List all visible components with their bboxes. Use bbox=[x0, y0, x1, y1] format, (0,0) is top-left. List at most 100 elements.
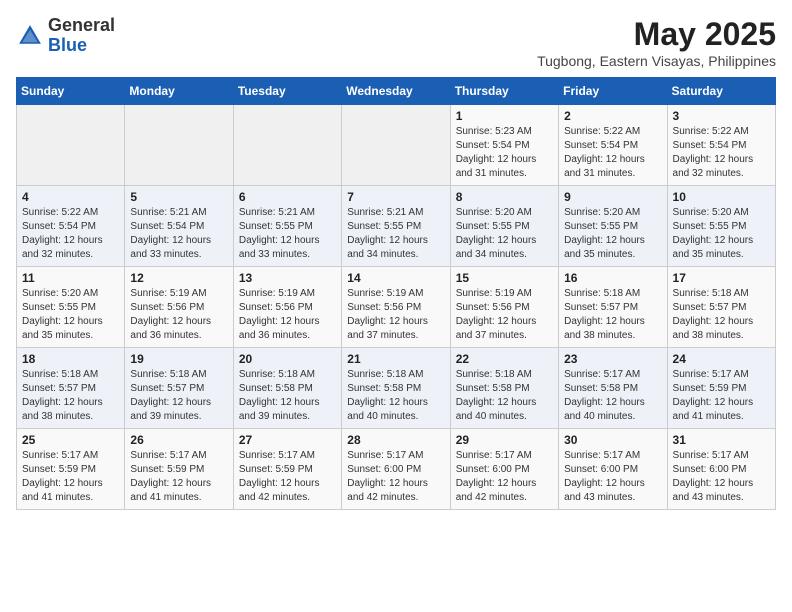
day-number: 10 bbox=[673, 190, 770, 204]
calendar-week-row: 1 Sunrise: 5:23 AMSunset: 5:54 PMDaylight… bbox=[17, 105, 776, 186]
day-info: Sunrise: 5:17 AMSunset: 5:59 PMDaylight:… bbox=[673, 368, 770, 424]
page-header: General Blue May 2025 Tugbong, Eastern V… bbox=[16, 16, 776, 69]
calendar-cell: 28Sunrise: 5:17 AMSunset: 6:00 PMDayligh… bbox=[342, 429, 450, 510]
weekday-header-monday: Monday bbox=[125, 78, 233, 105]
day-number: 27 bbox=[239, 433, 336, 447]
logo-blue: Blue bbox=[48, 35, 87, 55]
logo-text: General Blue bbox=[48, 16, 115, 56]
day-number: 16 bbox=[564, 271, 661, 285]
logo-general: General bbox=[48, 15, 115, 35]
calendar-cell: 26 Sunrise: 5:17 AMSunset: 5:59 PMDayligh… bbox=[125, 429, 233, 510]
month-year: May 2025 bbox=[537, 16, 776, 53]
day-info: Sunrise: 5:17 AMSunset: 5:58 PMDaylight:… bbox=[564, 368, 661, 424]
calendar-cell: 17 Sunrise: 5:18 AMSunset: 5:57 PMDayligh… bbox=[667, 267, 775, 348]
calendar-week-row: 25 Sunrise: 5:17 AMSunset: 5:59 PMDayligh… bbox=[17, 429, 776, 510]
weekday-header-wednesday: Wednesday bbox=[342, 78, 450, 105]
day-number: 21 bbox=[347, 352, 444, 366]
calendar-cell: 30Sunrise: 5:17 AMSunset: 6:00 PMDayligh… bbox=[559, 429, 667, 510]
day-info: Sunrise: 5:20 AMSunset: 5:55 PMDaylight:… bbox=[564, 206, 661, 262]
day-info: Sunrise: 5:20 AMSunset: 5:55 PMDaylight:… bbox=[673, 206, 770, 262]
day-info: Sunrise: 5:18 AMSunset: 5:57 PMDaylight:… bbox=[673, 287, 770, 343]
location: Tugbong, Eastern Visayas, Philippines bbox=[537, 53, 776, 69]
calendar-cell: 5 Sunrise: 5:21 AMSunset: 5:54 PMDaylight… bbox=[125, 186, 233, 267]
weekday-header-tuesday: Tuesday bbox=[233, 78, 341, 105]
day-info: Sunrise: 5:20 AMSunset: 5:55 PMDaylight:… bbox=[456, 206, 553, 262]
day-info: Sunrise: 5:17 AMSunset: 6:00 PMDaylight:… bbox=[564, 449, 661, 505]
day-info: Sunrise: 5:23 AMSunset: 5:54 PMDaylight:… bbox=[456, 125, 553, 181]
day-number: 20 bbox=[239, 352, 336, 366]
day-number: 11 bbox=[22, 271, 119, 285]
weekday-header-saturday: Saturday bbox=[667, 78, 775, 105]
calendar-cell: 2 Sunrise: 5:22 AMSunset: 5:54 PMDaylight… bbox=[559, 105, 667, 186]
calendar-cell: 7 Sunrise: 5:21 AMSunset: 5:55 PMDaylight… bbox=[342, 186, 450, 267]
day-number: 5 bbox=[130, 190, 227, 204]
logo: General Blue bbox=[16, 16, 115, 56]
day-number: 7 bbox=[347, 190, 444, 204]
weekday-header-friday: Friday bbox=[559, 78, 667, 105]
day-number: 17 bbox=[673, 271, 770, 285]
day-info: Sunrise: 5:17 AMSunset: 6:00 PMDaylight:… bbox=[673, 449, 770, 505]
day-number: 3 bbox=[673, 109, 770, 123]
calendar-cell: 19 Sunrise: 5:18 AMSunset: 5:57 PMDayligh… bbox=[125, 348, 233, 429]
day-info: Sunrise: 5:18 AMSunset: 5:57 PMDaylight:… bbox=[22, 368, 119, 424]
day-number: 9 bbox=[564, 190, 661, 204]
calendar-cell: 4Sunrise: 5:22 AMSunset: 5:54 PMDaylight… bbox=[17, 186, 125, 267]
day-number: 23 bbox=[564, 352, 661, 366]
calendar-cell: 24 Sunrise: 5:17 AMSunset: 5:59 PMDayligh… bbox=[667, 348, 775, 429]
calendar-cell: 6 Sunrise: 5:21 AMSunset: 5:55 PMDaylight… bbox=[233, 186, 341, 267]
day-number: 12 bbox=[130, 271, 227, 285]
day-number: 15 bbox=[456, 271, 553, 285]
day-info: Sunrise: 5:18 AMSunset: 5:57 PMDaylight:… bbox=[130, 368, 227, 424]
calendar-cell bbox=[233, 105, 341, 186]
day-info: Sunrise: 5:19 AMSunset: 5:56 PMDaylight:… bbox=[130, 287, 227, 343]
day-number: 28 bbox=[347, 433, 444, 447]
calendar-cell: 3Sunrise: 5:22 AMSunset: 5:54 PMDaylight… bbox=[667, 105, 775, 186]
calendar-table: SundayMondayTuesdayWednesdayThursdayFrid… bbox=[16, 77, 776, 510]
day-info: Sunrise: 5:17 AMSunset: 5:59 PMDaylight:… bbox=[239, 449, 336, 505]
day-number: 19 bbox=[130, 352, 227, 366]
day-number: 24 bbox=[673, 352, 770, 366]
day-info: Sunrise: 5:19 AMSunset: 5:56 PMDaylight:… bbox=[456, 287, 553, 343]
calendar-cell: 13 Sunrise: 5:19 AMSunset: 5:56 PMDayligh… bbox=[233, 267, 341, 348]
calendar-cell: 31Sunrise: 5:17 AMSunset: 6:00 PMDayligh… bbox=[667, 429, 775, 510]
day-info: Sunrise: 5:21 AMSunset: 5:55 PMDaylight:… bbox=[239, 206, 336, 262]
calendar-cell: 21Sunrise: 5:18 AMSunset: 5:58 PMDayligh… bbox=[342, 348, 450, 429]
day-number: 22 bbox=[456, 352, 553, 366]
day-number: 13 bbox=[239, 271, 336, 285]
day-number: 2 bbox=[564, 109, 661, 123]
calendar-cell bbox=[125, 105, 233, 186]
weekday-header-sunday: Sunday bbox=[17, 78, 125, 105]
day-number: 26 bbox=[130, 433, 227, 447]
calendar-week-row: 4Sunrise: 5:22 AMSunset: 5:54 PMDaylight… bbox=[17, 186, 776, 267]
day-number: 14 bbox=[347, 271, 444, 285]
day-number: 6 bbox=[239, 190, 336, 204]
calendar-cell: 8 Sunrise: 5:20 AMSunset: 5:55 PMDaylight… bbox=[450, 186, 558, 267]
day-info: Sunrise: 5:22 AMSunset: 5:54 PMDaylight:… bbox=[564, 125, 661, 181]
day-number: 1 bbox=[456, 109, 553, 123]
day-info: Sunrise: 5:17 AMSunset: 5:59 PMDaylight:… bbox=[130, 449, 227, 505]
day-info: Sunrise: 5:22 AMSunset: 5:54 PMDaylight:… bbox=[22, 206, 119, 262]
weekday-header-row: SundayMondayTuesdayWednesdayThursdayFrid… bbox=[17, 78, 776, 105]
calendar-cell bbox=[342, 105, 450, 186]
day-info: Sunrise: 5:20 AMSunset: 5:55 PMDaylight:… bbox=[22, 287, 119, 343]
calendar-cell: 16Sunrise: 5:18 AMSunset: 5:57 PMDayligh… bbox=[559, 267, 667, 348]
calendar-cell: 22Sunrise: 5:18 AMSunset: 5:58 PMDayligh… bbox=[450, 348, 558, 429]
day-number: 8 bbox=[456, 190, 553, 204]
calendar-week-row: 11 Sunrise: 5:20 AMSunset: 5:55 PMDayligh… bbox=[17, 267, 776, 348]
day-info: Sunrise: 5:21 AMSunset: 5:54 PMDaylight:… bbox=[130, 206, 227, 262]
day-info: Sunrise: 5:19 AMSunset: 5:56 PMDaylight:… bbox=[347, 287, 444, 343]
logo-icon bbox=[16, 22, 44, 50]
calendar-cell: 1 Sunrise: 5:23 AMSunset: 5:54 PMDaylight… bbox=[450, 105, 558, 186]
day-number: 29 bbox=[456, 433, 553, 447]
calendar-week-row: 18Sunrise: 5:18 AMSunset: 5:57 PMDayligh… bbox=[17, 348, 776, 429]
calendar-cell: 14 Sunrise: 5:19 AMSunset: 5:56 PMDayligh… bbox=[342, 267, 450, 348]
calendar-cell: 20 Sunrise: 5:18 AMSunset: 5:58 PMDayligh… bbox=[233, 348, 341, 429]
calendar-cell bbox=[17, 105, 125, 186]
day-info: Sunrise: 5:21 AMSunset: 5:55 PMDaylight:… bbox=[347, 206, 444, 262]
day-info: Sunrise: 5:19 AMSunset: 5:56 PMDaylight:… bbox=[239, 287, 336, 343]
day-number: 25 bbox=[22, 433, 119, 447]
calendar-cell: 11 Sunrise: 5:20 AMSunset: 5:55 PMDayligh… bbox=[17, 267, 125, 348]
calendar-cell: 9 Sunrise: 5:20 AMSunset: 5:55 PMDaylight… bbox=[559, 186, 667, 267]
day-info: Sunrise: 5:18 AMSunset: 5:58 PMDaylight:… bbox=[239, 368, 336, 424]
calendar-cell: 27 Sunrise: 5:17 AMSunset: 5:59 PMDayligh… bbox=[233, 429, 341, 510]
